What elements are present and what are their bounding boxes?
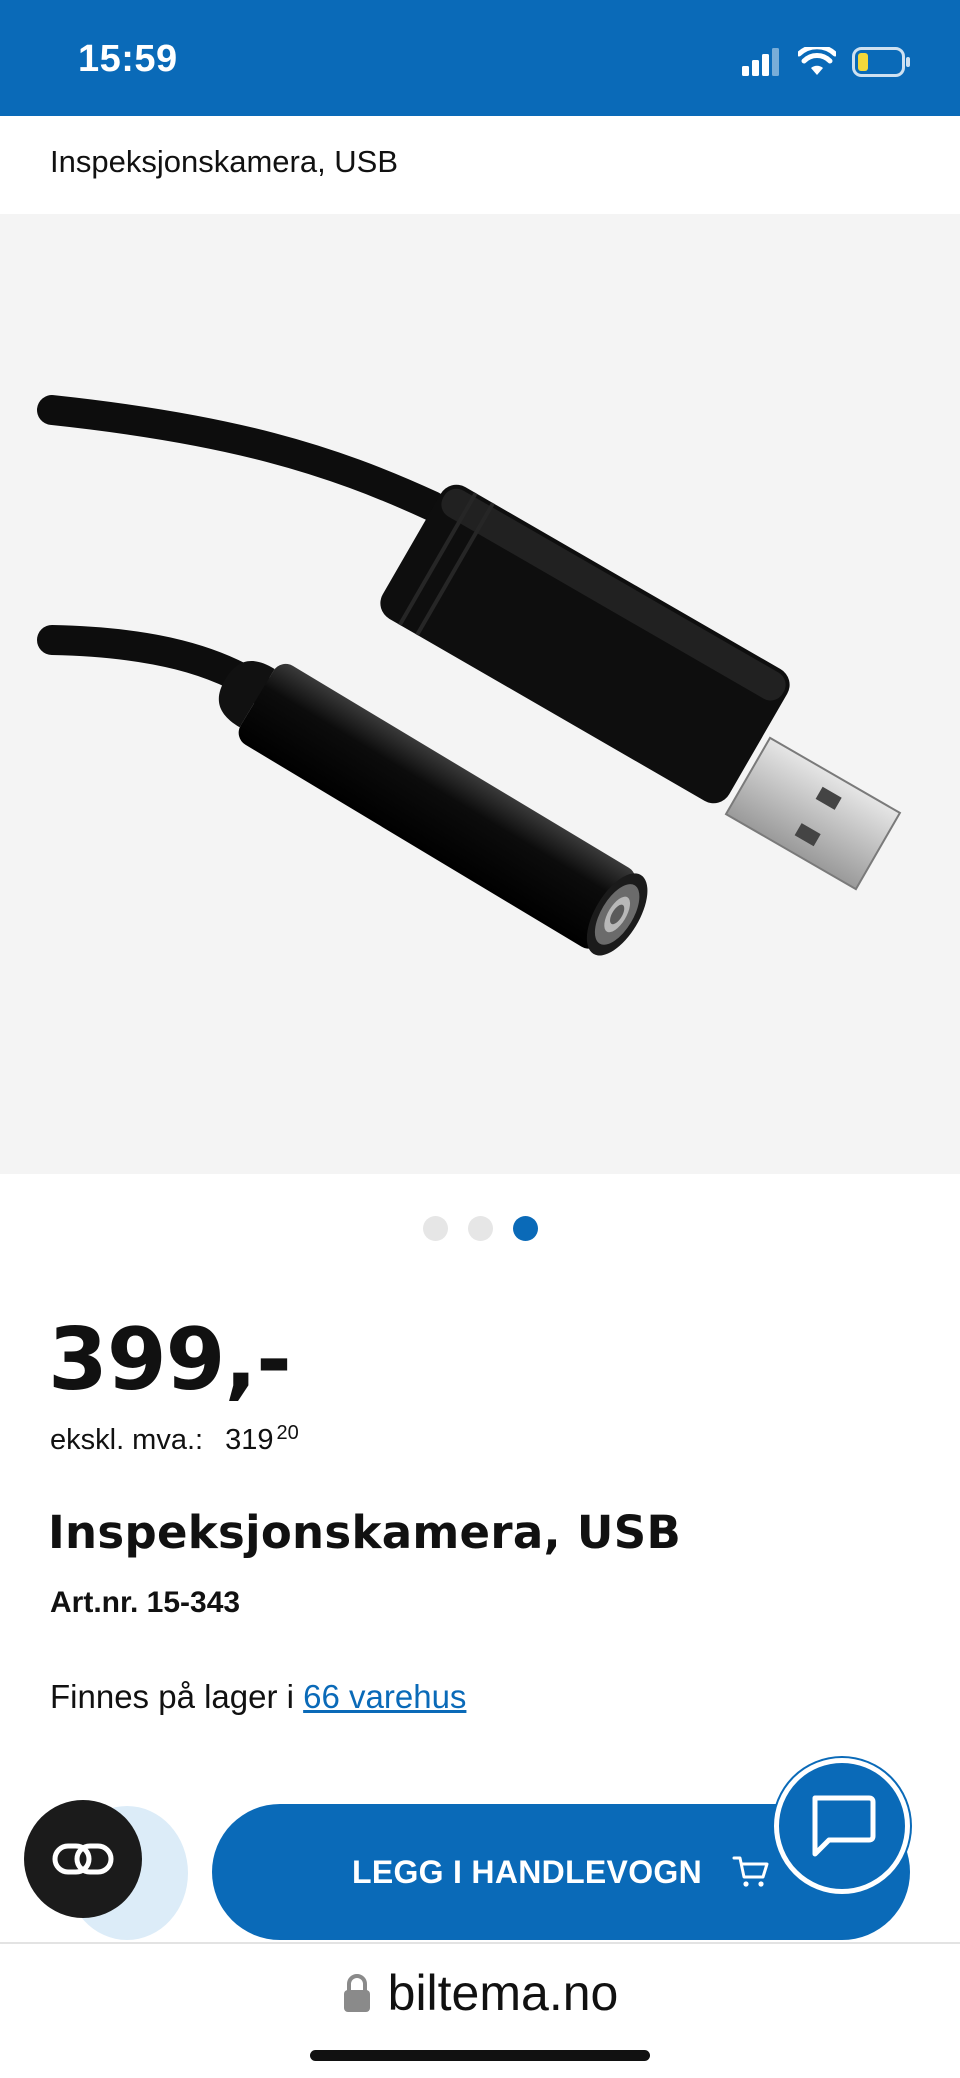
stock-text: Finnes på lager i bbox=[50, 1678, 304, 1715]
product-image-gallery[interactable] bbox=[0, 214, 960, 1174]
url-display[interactable]: biltema.no bbox=[0, 1964, 960, 2022]
gallery-pagination bbox=[0, 1216, 960, 1241]
link-icon bbox=[52, 1843, 114, 1875]
gallery-dot-2[interactable] bbox=[467, 1216, 493, 1241]
chat-bubble-icon bbox=[812, 1795, 876, 1857]
status-time: 15:59 bbox=[78, 38, 178, 80]
cart-icon bbox=[732, 1856, 769, 1887]
product-image bbox=[37, 395, 902, 956]
product-price: 399,- bbox=[48, 1310, 292, 1410]
product-title: Inspeksjonskamera, USB bbox=[48, 1506, 682, 1559]
ex-vat-amount: 319 bbox=[225, 1424, 274, 1456]
gallery-dot-1[interactable] bbox=[422, 1216, 448, 1241]
compare-button[interactable] bbox=[24, 1800, 142, 1918]
add-to-cart-label: LEGG I HANDLEVOGN bbox=[351, 1853, 702, 1890]
lock-icon bbox=[343, 1974, 370, 2012]
home-indicator[interactable] bbox=[310, 2050, 650, 2061]
stock-info: Finnes på lager i 66 varehus bbox=[50, 1678, 466, 1716]
status-icons bbox=[742, 42, 912, 82]
wifi-icon bbox=[798, 47, 836, 75]
battery-icon bbox=[852, 47, 910, 77]
stock-stores-link[interactable]: 66 varehus bbox=[303, 1678, 466, 1715]
url-domain: biltema.no bbox=[387, 1965, 619, 2021]
signal-icon bbox=[742, 48, 779, 76]
ex-vat-label: ekskl. mva.: bbox=[50, 1424, 204, 1456]
browser-url-bar[interactable]: biltema.no bbox=[0, 1942, 960, 2078]
gallery-dot-3-active[interactable] bbox=[512, 1216, 538, 1241]
article-number: Art.nr. 15-343 bbox=[50, 1586, 241, 1619]
breadcrumb-bar: Inspeksjonskamera, USB bbox=[0, 116, 960, 214]
ex-vat-cents: 20 bbox=[276, 1422, 299, 1444]
status-bar: 15:59 bbox=[0, 0, 960, 116]
price-ex-vat: ekskl. mva.: 319 20 bbox=[50, 1422, 299, 1457]
chat-button[interactable] bbox=[774, 1758, 910, 1894]
breadcrumb[interactable]: Inspeksjonskamera, USB bbox=[50, 144, 398, 180]
